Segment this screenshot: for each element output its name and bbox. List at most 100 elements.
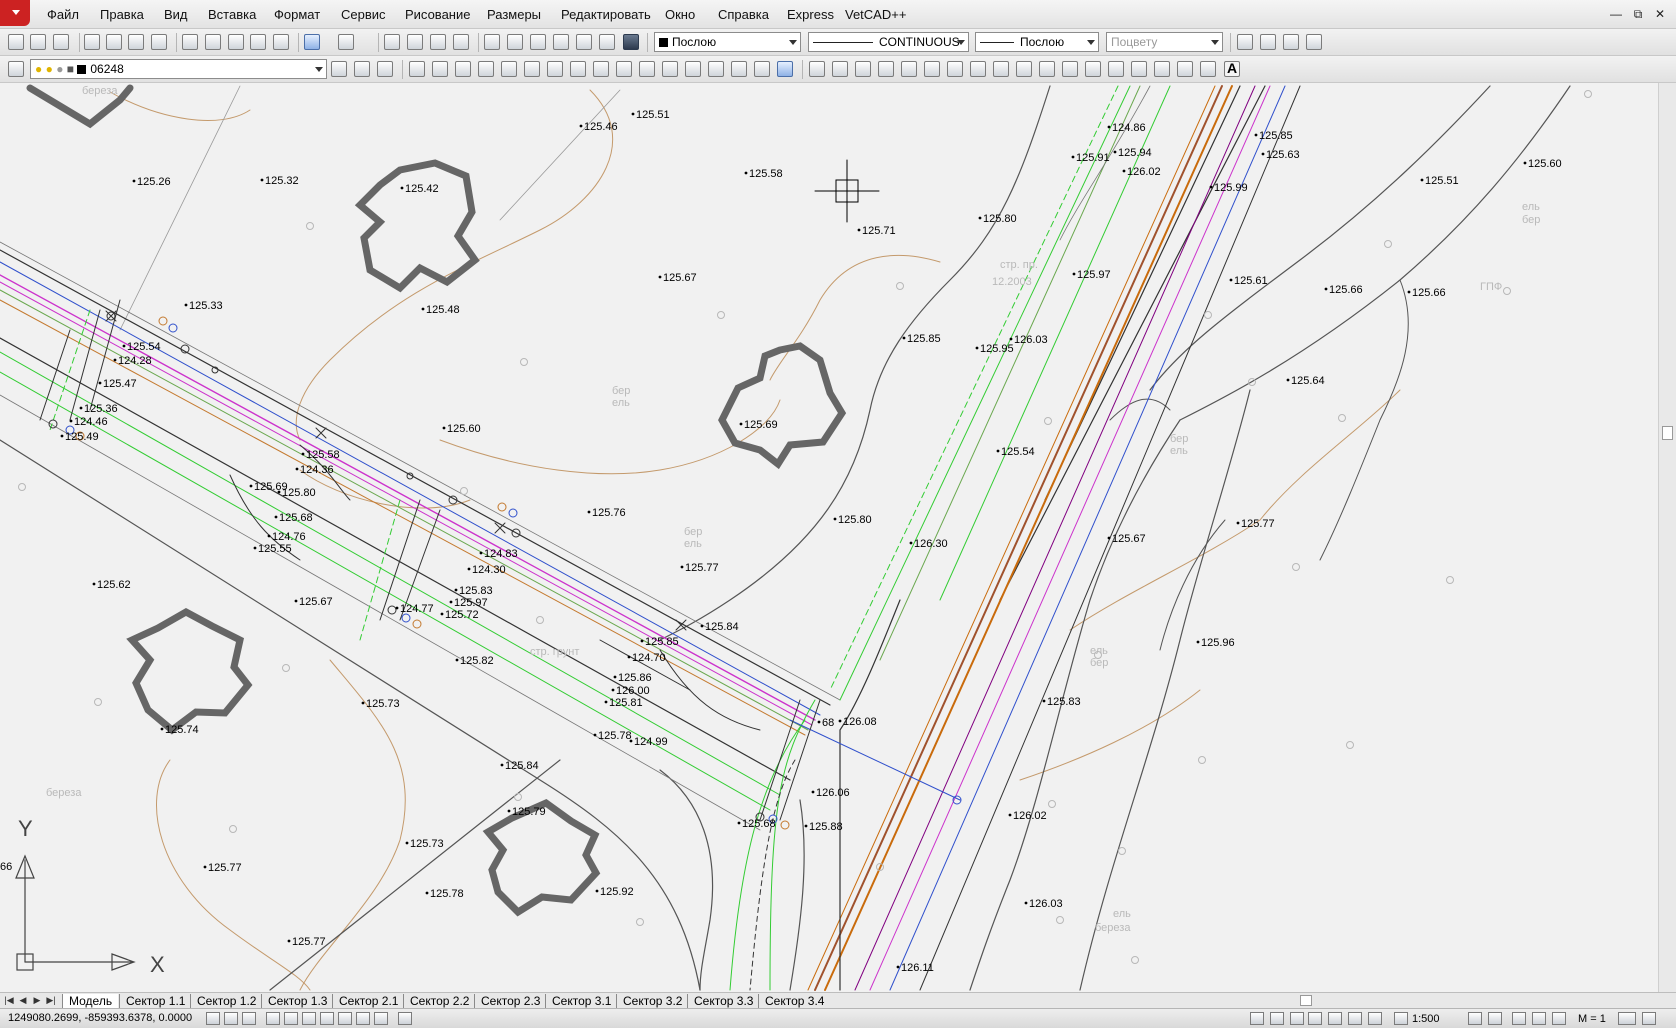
quick-view-drawings-icon[interactable] xyxy=(1290,1012,1304,1025)
dynamic-input-icon[interactable] xyxy=(338,1012,352,1025)
minimize-icon[interactable]: — xyxy=(1609,7,1623,21)
copy-icon[interactable] xyxy=(205,34,221,50)
steering-wheel-icon[interactable] xyxy=(1348,1012,1362,1025)
design-center-icon[interactable] xyxy=(507,34,523,50)
arrange-icons-icon[interactable] xyxy=(1306,34,1322,50)
properties-icon[interactable] xyxy=(484,34,500,50)
pan-status-icon[interactable] xyxy=(1308,1012,1322,1025)
plot-icon[interactable] xyxy=(151,34,167,50)
zoom-window-icon[interactable] xyxy=(430,34,446,50)
snap-mode-icon[interactable] xyxy=(206,1012,220,1025)
rectangle-icon[interactable] xyxy=(901,61,917,77)
make-current-layer-icon[interactable] xyxy=(331,61,347,77)
region-icon[interactable] xyxy=(1177,61,1193,77)
undo-icon[interactable] xyxy=(304,34,320,50)
move-icon[interactable] xyxy=(524,61,540,77)
lock-status-icon[interactable] xyxy=(1552,1012,1566,1025)
tile-vertical-icon[interactable] xyxy=(1283,34,1299,50)
menu-window[interactable]: Окно xyxy=(665,7,695,22)
fillet-round-icon[interactable] xyxy=(754,61,770,77)
ellipse-icon[interactable] xyxy=(1016,61,1032,77)
markup-icon[interactable] xyxy=(576,34,592,50)
cut-icon[interactable] xyxy=(182,34,198,50)
line-icon[interactable] xyxy=(809,61,825,77)
app-menu-button[interactable] xyxy=(0,0,30,26)
close-icon[interactable]: ✕ xyxy=(1653,7,1667,21)
quick-view-layouts-icon[interactable] xyxy=(1270,1012,1284,1025)
tab-model[interactable]: Модель xyxy=(62,994,119,1008)
zoom-status-icon[interactable] xyxy=(1328,1012,1342,1025)
trim-icon[interactable] xyxy=(616,61,632,77)
horizontal-scroll-thumb[interactable] xyxy=(1300,995,1312,1006)
auto-scale-icon[interactable] xyxy=(1488,1012,1502,1025)
explode-icon[interactable] xyxy=(777,61,793,77)
array-icon[interactable] xyxy=(501,61,517,77)
menu-dimensions[interactable]: Размеры xyxy=(487,7,541,22)
linetype-control[interactable]: CONTINUOUS xyxy=(808,32,969,52)
tab-sector-3-1[interactable]: Сектор 3.1 xyxy=(545,994,617,1008)
clean-screen-toggle-icon[interactable] xyxy=(1618,1012,1636,1025)
annotation-visibility-icon[interactable] xyxy=(1468,1012,1482,1025)
next-tab-icon[interactable]: ▶ xyxy=(32,995,42,1006)
restore-icon[interactable]: ⧉ xyxy=(1631,7,1645,21)
menu-express[interactable]: Express xyxy=(787,7,834,22)
table-icon[interactable] xyxy=(1200,61,1216,77)
construction-line-icon[interactable] xyxy=(832,61,848,77)
tab-sector-1-1[interactable]: Сектор 1.1 xyxy=(119,994,191,1008)
selection-cycling-icon[interactable] xyxy=(398,1012,412,1025)
insert-block-icon[interactable] xyxy=(1062,61,1078,77)
plotstyle-control[interactable]: Поцвету xyxy=(1106,32,1223,52)
menu-modify[interactable]: Редактировать xyxy=(561,7,651,22)
lineweight-display-icon[interactable] xyxy=(356,1012,370,1025)
print-preview-icon[interactable] xyxy=(106,34,122,50)
help-icon[interactable] xyxy=(623,34,639,50)
tool-palettes-icon[interactable] xyxy=(530,34,546,50)
tab-sector-2-1[interactable]: Сектор 2.1 xyxy=(332,994,404,1008)
menu-insert[interactable]: Вставка xyxy=(208,7,256,22)
gradient-icon[interactable] xyxy=(1154,61,1170,77)
menu-help[interactable]: Справка xyxy=(718,7,769,22)
menu-tools[interactable]: Сервис xyxy=(341,7,386,22)
arc-icon[interactable] xyxy=(924,61,940,77)
print-icon[interactable] xyxy=(84,34,100,50)
last-tab-icon[interactable]: ▶| xyxy=(46,995,56,1006)
drawing-canvas[interactable]: 125.51 125.46 125.26 125.32 125.42 125.58 125.… xyxy=(0,83,1658,992)
layer-manager-icon[interactable] xyxy=(8,61,24,77)
polyline-icon[interactable] xyxy=(855,61,871,77)
cascade-icon[interactable] xyxy=(1237,34,1253,50)
new-file-icon[interactable] xyxy=(8,34,24,50)
tab-sector-2-2[interactable]: Сектор 2.2 xyxy=(403,994,475,1008)
break-icon[interactable] xyxy=(662,61,678,77)
match-properties-icon[interactable] xyxy=(273,34,289,50)
chamfer-icon[interactable] xyxy=(708,61,724,77)
status-menu-icon[interactable] xyxy=(1642,1012,1656,1025)
paste-icon[interactable] xyxy=(228,34,244,50)
extend-icon[interactable] xyxy=(639,61,655,77)
polar-tracking-icon[interactable] xyxy=(266,1012,280,1025)
menu-edit[interactable]: Правка xyxy=(100,7,144,22)
menu-file[interactable]: Файл xyxy=(47,7,79,22)
tab-sector-3-2[interactable]: Сектор 3.2 xyxy=(616,994,688,1008)
layer-control[interactable]: ● ● ● ■ 06248 xyxy=(30,59,327,79)
polygon-icon[interactable] xyxy=(878,61,894,77)
first-tab-icon[interactable]: |◀ xyxy=(4,995,14,1006)
lineweight-control[interactable]: Послою xyxy=(975,32,1099,52)
annotation-scale-icon[interactable] xyxy=(1394,1012,1408,1025)
multiline-text-icon[interactable]: A xyxy=(1224,61,1240,77)
object-snap-icon[interactable] xyxy=(284,1012,298,1025)
tab-sector-1-3[interactable]: Сектор 1.3 xyxy=(261,994,333,1008)
scale-icon[interactable] xyxy=(570,61,586,77)
copy-object-icon[interactable] xyxy=(432,61,448,77)
mirror-icon[interactable] xyxy=(455,61,471,77)
sheet-set-icon[interactable] xyxy=(553,34,569,50)
quick-properties-icon[interactable] xyxy=(374,1012,388,1025)
menu-vetcad[interactable]: VetCAD++ xyxy=(845,7,906,22)
layer-state-icon[interactable] xyxy=(377,61,393,77)
ellipse-arc-icon[interactable] xyxy=(1039,61,1055,77)
zoom-previous-icon[interactable] xyxy=(453,34,469,50)
ortho-mode-icon[interactable] xyxy=(242,1012,256,1025)
hatch-icon[interactable] xyxy=(1131,61,1147,77)
menu-format[interactable]: Формат xyxy=(274,7,320,22)
tab-sector-1-2[interactable]: Сектор 1.2 xyxy=(190,994,262,1008)
dynamic-ucs-icon[interactable] xyxy=(320,1012,334,1025)
